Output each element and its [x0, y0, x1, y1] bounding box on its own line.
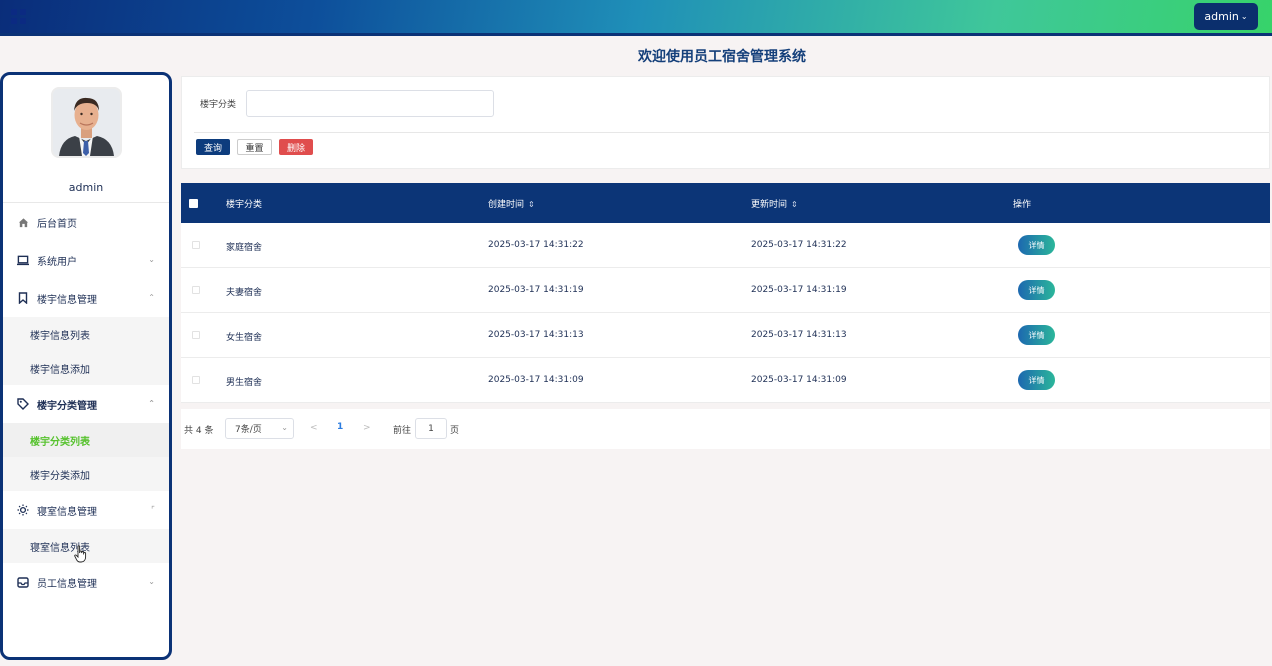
sidebar-item-building-info[interactable]: 楼宇信息管理 ⌃ — [3, 279, 169, 317]
sidebar-item-label: 后台首页 — [37, 218, 77, 230]
select-all-checkbox[interactable] — [189, 199, 198, 208]
sidebar: admin 后台首页 系统用户 ⌄ 楼宇信息管理 ⌃ 楼宇信息列表 楼宇信息添加 — [0, 72, 172, 660]
sidebar-subitem-building-list[interactable]: 楼宇信息列表 — [3, 317, 169, 351]
table-row: 女生宿舍 2025-03-17 14:31:13 2025-03-17 14:3… — [181, 313, 1270, 358]
sidebar-subitem-label: 楼宇分类列表 — [30, 436, 90, 448]
chevron-down-icon: ⌄ — [148, 255, 155, 264]
goto-label: 前往 — [393, 426, 412, 436]
table-row: 男生宿舍 2025-03-17 14:31:09 2025-03-17 14:3… — [181, 358, 1270, 403]
hand-cursor-icon — [74, 545, 87, 563]
category-table: 楼宇分类 创建时间 ⇕ 更新时间 ⇕ 操作 家庭宿舍 2025-03-17 14:3… — [181, 183, 1270, 403]
chevron-up-icon: ⌃ — [148, 399, 155, 408]
sidebar-item-building-category[interactable]: 楼宇分类管理 ⌃ — [3, 385, 169, 423]
chevron-down-icon: ⌄ — [281, 423, 288, 432]
page-number-current[interactable]: 1 — [337, 422, 343, 432]
detail-button[interactable]: 详情 — [1018, 235, 1055, 255]
sidebar-item-label: 楼宇分类管理 — [37, 400, 97, 412]
goto-unit: 页 — [450, 426, 460, 436]
page-size-select[interactable]: 7条/页 ⌄ — [225, 418, 294, 439]
menu-grid-icon[interactable] — [11, 9, 26, 24]
user-menu-button[interactable]: admin ⌄ — [1194, 3, 1258, 30]
sidebar-item-home[interactable]: 后台首页 — [3, 203, 169, 241]
sidebar-item-label: 楼宇信息管理 — [37, 294, 97, 306]
sort-icon: ⇕ — [528, 200, 535, 209]
column-header-category: 楼宇分类 — [226, 200, 263, 210]
total-count: 共 4 条 — [184, 426, 214, 436]
page-title: 欢迎使用员工宿舍管理系统 — [638, 49, 806, 65]
chevron-down-icon: ⌄ — [1240, 12, 1248, 21]
table-header: 楼宇分类 创建时间 ⇕ 更新时间 ⇕ 操作 — [181, 183, 1270, 223]
column-header-updated[interactable]: 更新时间 ⇕ — [751, 197, 798, 210]
laptop-icon — [17, 254, 29, 266]
cell-updated: 2025-03-17 14:31:19 — [751, 285, 847, 295]
sidebar-subitem-label: 楼宇信息列表 — [30, 330, 90, 342]
avatar — [51, 87, 122, 158]
category-filter-label: 楼宇分类 — [200, 100, 237, 110]
table-row: 夫妻宿舍 2025-03-17 14:31:19 2025-03-17 14:3… — [181, 268, 1270, 313]
delete-button[interactable]: 删除 — [279, 139, 313, 155]
goto-page-input[interactable]: 1 — [415, 418, 447, 439]
sidebar-item-dorm-info[interactable]: 寝室信息管理 ⌜ — [3, 491, 169, 529]
cell-updated: 2025-03-17 14:31:22 — [751, 240, 847, 250]
page-size-value: 7条/页 — [235, 425, 262, 435]
bookmark-icon — [17, 292, 29, 304]
column-header-label: 创建时间 — [488, 200, 525, 210]
sidebar-subitem-label: 楼宇分类添加 — [30, 470, 90, 482]
column-header-created[interactable]: 创建时间 ⇕ — [488, 197, 535, 210]
cell-updated: 2025-03-17 14:31:13 — [751, 330, 847, 340]
sun-icon — [17, 504, 29, 516]
cell-category: 男生宿舍 — [226, 378, 263, 388]
prev-page-button[interactable]: < — [310, 423, 318, 433]
sidebar-item-label: 员工信息管理 — [37, 578, 97, 590]
category-filter-input[interactable] — [246, 90, 494, 117]
home-icon — [17, 216, 29, 228]
cell-category: 家庭宿舍 — [226, 243, 263, 253]
sidebar-subitem-category-add[interactable]: 楼宇分类添加 — [3, 457, 169, 491]
sidebar-item-staff-info[interactable]: 员工信息管理 ⌄ — [3, 563, 169, 601]
search-panel: 楼宇分类 查询 重置 删除 — [181, 76, 1270, 169]
sort-icon: ⇕ — [791, 200, 798, 209]
admin-name: admin — [68, 181, 104, 194]
row-checkbox[interactable] — [192, 331, 200, 339]
cell-category: 女生宿舍 — [226, 333, 263, 343]
sidebar-menu: 后台首页 系统用户 ⌄ 楼宇信息管理 ⌃ 楼宇信息列表 楼宇信息添加 楼宇分类管… — [3, 202, 169, 601]
row-checkbox[interactable] — [192, 241, 200, 249]
avatar-portrait-icon — [53, 89, 120, 156]
chevron-up-icon: ⌃ — [148, 293, 155, 302]
query-button[interactable]: 查询 — [196, 139, 230, 155]
reset-button[interactable]: 重置 — [237, 139, 272, 155]
sidebar-item-label: 系统用户 — [37, 256, 77, 268]
cell-created: 2025-03-17 14:31:22 — [488, 240, 584, 250]
row-checkbox[interactable] — [192, 376, 200, 384]
inbox-icon — [17, 576, 29, 588]
sidebar-item-system-users[interactable]: 系统用户 ⌄ — [3, 241, 169, 279]
column-header-label: 更新时间 — [751, 200, 788, 210]
sidebar-subitem-category-list[interactable]: 楼宇分类列表 — [3, 423, 169, 457]
search-divider — [194, 132, 1269, 133]
sidebar-subitem-label: 楼宇信息添加 — [30, 364, 90, 376]
cell-category: 夫妻宿舍 — [226, 288, 263, 298]
tag-icon — [17, 398, 29, 410]
cell-created: 2025-03-17 14:31:09 — [488, 375, 584, 385]
cell-created: 2025-03-17 14:31:13 — [488, 330, 584, 340]
next-page-button[interactable]: > — [363, 423, 371, 433]
detail-button[interactable]: 详情 — [1018, 280, 1055, 300]
cell-updated: 2025-03-17 14:31:09 — [751, 375, 847, 385]
corner-icon: ⌜ — [151, 505, 155, 514]
user-menu-label: admin — [1204, 10, 1239, 23]
pagination: 共 4 条 7条/页 ⌄ < 1 > 前往 1 页 — [181, 409, 1270, 449]
detail-button[interactable]: 详情 — [1018, 325, 1055, 345]
chevron-down-icon: ⌄ — [148, 577, 155, 586]
top-bar: admin ⌄ — [0, 0, 1272, 36]
detail-button[interactable]: 详情 — [1018, 370, 1055, 390]
sidebar-subitem-building-add[interactable]: 楼宇信息添加 — [3, 351, 169, 385]
row-checkbox[interactable] — [192, 286, 200, 294]
sidebar-item-label: 寝室信息管理 — [37, 506, 97, 518]
cell-created: 2025-03-17 14:31:19 — [488, 285, 584, 295]
table-row: 家庭宿舍 2025-03-17 14:31:22 2025-03-17 14:3… — [181, 223, 1270, 268]
column-header-action: 操作 — [1013, 200, 1032, 210]
